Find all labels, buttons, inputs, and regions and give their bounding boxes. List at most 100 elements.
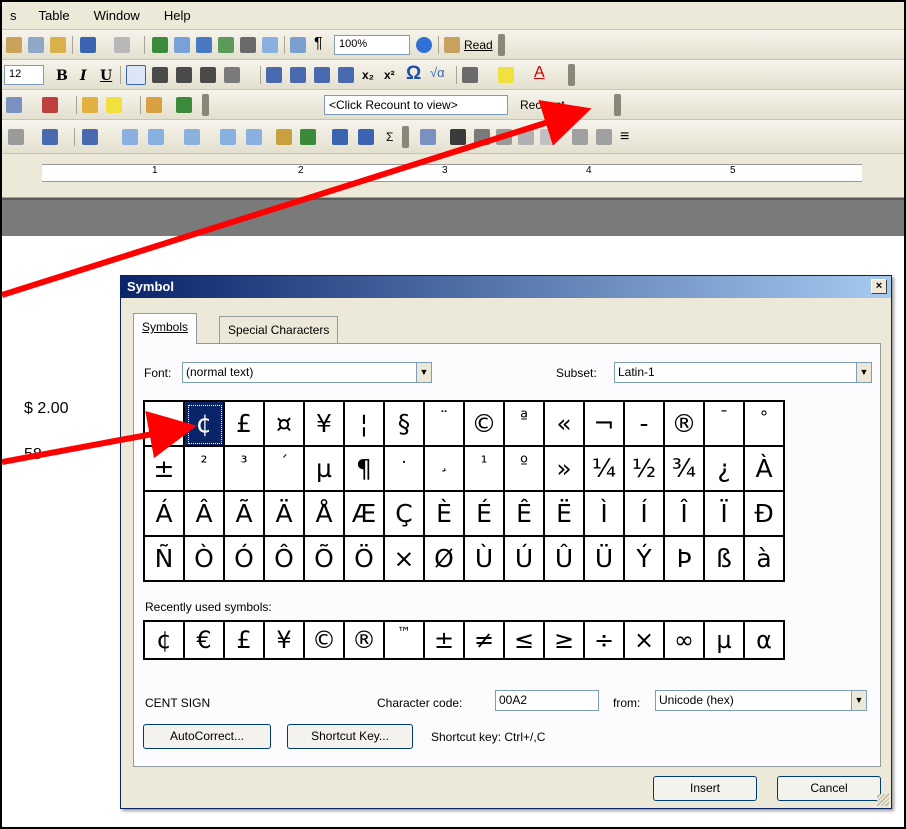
- menu-item-format[interactable]: s: [10, 8, 17, 23]
- symbol-cell[interactable]: ¡: [145, 402, 185, 447]
- symbol-cell[interactable]: Ç: [385, 492, 425, 537]
- paste-icon[interactable]: [6, 37, 22, 53]
- underline-button[interactable]: U: [100, 68, 112, 84]
- drawing-icon[interactable]: [262, 37, 278, 53]
- symbol-cell[interactable]: Ó: [225, 537, 265, 582]
- insert-button[interactable]: Insert: [653, 776, 757, 801]
- chevron-down-icon[interactable]: ▼: [416, 363, 431, 382]
- recent-symbol-cell[interactable]: α: [745, 622, 785, 660]
- symbol-cell[interactable]: Ø: [425, 537, 465, 582]
- control-six-icon[interactable]: [596, 129, 612, 145]
- show-formatting-icon[interactable]: ¶: [314, 35, 323, 53]
- font-color-icon[interactable]: A: [534, 64, 545, 82]
- recent-symbol-cell[interactable]: ≤: [505, 622, 545, 660]
- symbol-cell[interactable]: ¼: [585, 447, 625, 492]
- symbol-cell[interactable]: ×: [385, 537, 425, 582]
- shading-icon[interactable]: [42, 129, 58, 145]
- recent-symbol-cell[interactable]: ÷: [585, 622, 625, 660]
- recent-symbol-cell[interactable]: ≠: [465, 622, 505, 660]
- highlight-icon[interactable]: [498, 67, 514, 83]
- symbol-cell[interactable]: °: [745, 402, 785, 447]
- symbol-cell[interactable]: ¾: [665, 447, 705, 492]
- symbol-cell[interactable]: Ã: [225, 492, 265, 537]
- undo-icon[interactable]: [80, 37, 96, 53]
- symbol-cell[interactable]: Ö: [345, 537, 385, 582]
- symbol-cell[interactable]: ¨: [425, 402, 465, 447]
- symbol-cell[interactable]: Æ: [345, 492, 385, 537]
- recount-button[interactable]: Recount: [520, 98, 565, 112]
- format-painter-icon[interactable]: [50, 37, 66, 53]
- align-center-icon[interactable]: [152, 67, 168, 83]
- decrease-indent-icon[interactable]: [314, 67, 330, 83]
- align-left-icon[interactable]: [126, 65, 146, 85]
- font-select[interactable]: (normal text) ▼: [182, 362, 432, 383]
- resize-grip[interactable]: [877, 794, 889, 806]
- symbol-cell[interactable]: À: [745, 447, 785, 492]
- chevron-down-icon[interactable]: ▼: [856, 363, 871, 382]
- symbol-cell[interactable]: Û: [545, 537, 585, 582]
- highlight-tool-icon[interactable]: [106, 97, 122, 113]
- symbol-cell[interactable]: ´: [265, 447, 305, 492]
- symbol-cell[interactable]: ³: [225, 447, 265, 492]
- symbol-cell[interactable]: É: [465, 492, 505, 537]
- symbol-cell[interactable]: £: [225, 402, 265, 447]
- paste-special-icon[interactable]: [28, 37, 44, 53]
- word-count-combo[interactable]: <Click Recount to view>: [324, 95, 508, 115]
- symbol-cell[interactable]: ©: [465, 402, 505, 447]
- symbol-cell[interactable]: Ï: [705, 492, 745, 537]
- recent-symbol-cell[interactable]: ≥: [545, 622, 585, 660]
- symbol-cell[interactable]: ª: [505, 402, 545, 447]
- distribute-columns-icon[interactable]: [246, 129, 262, 145]
- shortcut-key-button[interactable]: Shortcut Key...: [287, 724, 413, 749]
- symbol-cell[interactable]: ½: [625, 447, 665, 492]
- menu-item-help[interactable]: Help: [164, 8, 191, 23]
- superscript-button[interactable]: x²: [384, 68, 395, 82]
- symbol-cell[interactable]: ¸: [425, 447, 465, 492]
- zoom-combo[interactable]: 100%: [334, 35, 410, 55]
- symbol-cell[interactable]: Ä: [265, 492, 305, 537]
- recent-symbol-cell[interactable]: ®: [345, 622, 385, 660]
- table-icon[interactable]: [8, 129, 24, 145]
- symbol-cell[interactable]: Þ: [665, 537, 705, 582]
- recent-symbol-cell[interactable]: ©: [305, 622, 345, 660]
- picture-icon[interactable]: [420, 129, 436, 145]
- symbol-cell[interactable]: È: [425, 492, 465, 537]
- insert-symbol-icon[interactable]: Ω: [406, 63, 421, 85]
- recent-symbol-cell[interactable]: ×: [625, 622, 665, 660]
- symbol-cell[interactable]: §: [385, 402, 425, 447]
- recent-symbol-cell[interactable]: £: [225, 622, 265, 660]
- symbol-cell[interactable]: Ù: [465, 537, 505, 582]
- symbol-cell[interactable]: Ñ: [145, 537, 185, 582]
- symbol-cell[interactable]: ¶: [345, 447, 385, 492]
- insert-table-icon[interactable]: [196, 37, 212, 53]
- tab-special-characters[interactable]: Special Characters: [219, 316, 339, 343]
- symbol-cell[interactable]: ·: [385, 447, 425, 492]
- character-code-field[interactable]: 00A2: [495, 690, 599, 711]
- symbol-cell[interactable]: -: [625, 402, 665, 447]
- tables-borders-icon[interactable]: [174, 37, 190, 53]
- merge-cells-icon[interactable]: [122, 129, 138, 145]
- distribute-rows-icon[interactable]: [220, 129, 236, 145]
- symbol-cell[interactable]: Ú: [505, 537, 545, 582]
- styles-icon[interactable]: [6, 97, 22, 113]
- symbol-cell[interactable]: ±: [145, 447, 185, 492]
- menu-item-table[interactable]: Table: [39, 8, 70, 23]
- control-two-icon[interactable]: [496, 129, 512, 145]
- symbol-cell[interactable]: Ì: [585, 492, 625, 537]
- recent-symbol-cell[interactable]: ±: [425, 622, 465, 660]
- autocorrect-button[interactable]: AutoCorrect...: [143, 724, 271, 749]
- read-mode-icon[interactable]: [444, 37, 460, 53]
- symbol-cell[interactable]: ¥: [305, 402, 345, 447]
- subscript-button[interactable]: x₂: [362, 68, 374, 82]
- autosum-icon[interactable]: Σ: [386, 130, 393, 144]
- subset-select[interactable]: Latin-1 ▼: [614, 362, 872, 383]
- recent-symbol-cell[interactable]: ™: [385, 622, 425, 660]
- symbol-cell[interactable]: Ò: [185, 537, 225, 582]
- bold-button[interactable]: B: [56, 68, 68, 84]
- symbol-cell[interactable]: ¯: [705, 402, 745, 447]
- symbol-cell[interactable]: Á: [145, 492, 185, 537]
- font-size-combo[interactable]: 12: [4, 65, 44, 85]
- italic-button[interactable]: I: [80, 68, 87, 84]
- symbol-cell[interactable]: Ë: [545, 492, 585, 537]
- from-select[interactable]: Unicode (hex) ▼: [655, 690, 867, 711]
